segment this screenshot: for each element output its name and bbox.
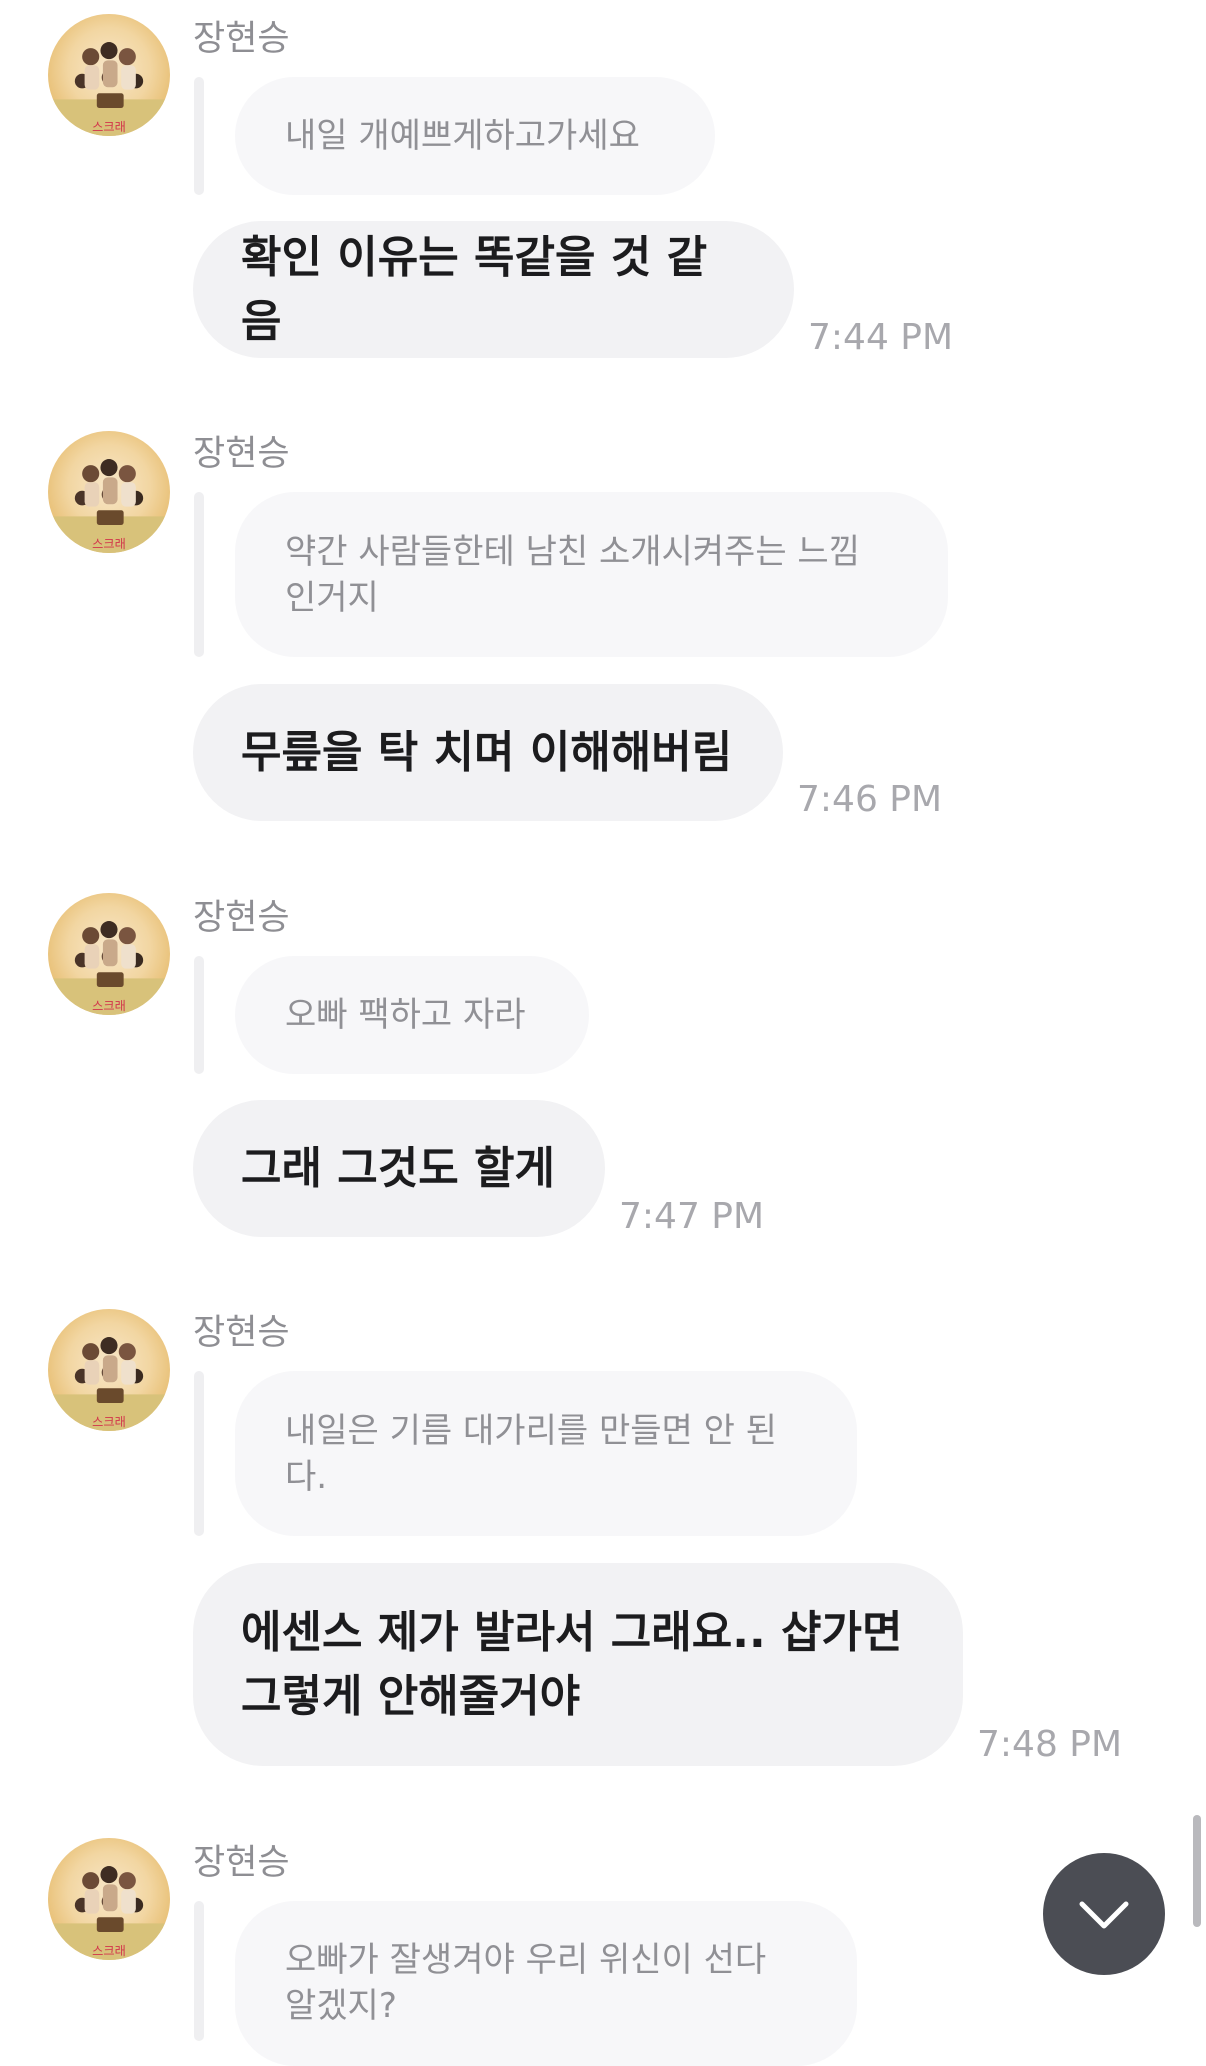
avatar-image: 스크래 — [48, 1866, 170, 1960]
quoted-message[interactable]: 내일 개예쁘게하고가세요 — [235, 77, 715, 195]
message-time: 7:47 PM — [619, 1196, 765, 1237]
svg-text:스크래: 스크래 — [92, 1944, 126, 1958]
sender-name: 장현승 — [193, 1843, 290, 1883]
sender-avatar[interactable]: 스크래 — [48, 14, 170, 136]
sender-name: 장현승 — [193, 434, 290, 474]
message-bubble[interactable]: 에센스 제가 발라서 그래요.. 샵가면 그렇게 안해줄거야 — [193, 1563, 963, 1766]
svg-text:스크래: 스크래 — [92, 999, 126, 1013]
reply-indicator — [194, 1371, 204, 1536]
avatar-image: 스크래 — [48, 1337, 170, 1431]
quoted-message[interactable]: 내일은 기름 대가리를 만들면 안 된 다. — [235, 1371, 857, 1536]
svg-text:스크래: 스크래 — [92, 1415, 126, 1429]
quoted-message[interactable]: 오빠가 잘생겨야 우리 위신이 선다 알겠지? — [235, 1901, 857, 2066]
sender-avatar[interactable]: 스크래 — [48, 431, 170, 553]
reply-indicator — [194, 1901, 204, 2041]
scroll-to-bottom-button[interactable] — [1043, 1853, 1165, 1975]
message-bubble[interactable]: 무릎을 탁 치며 이해해버림 — [193, 684, 783, 821]
quoted-message[interactable]: 약간 사람들한테 남친 소개시켜주는 느낌 인거지 — [235, 492, 948, 657]
message-time: 7:44 PM — [808, 317, 954, 358]
avatar-image: 스크래 — [48, 42, 170, 136]
message-time: 7:46 PM — [797, 779, 943, 820]
avatar-image: 스크래 — [48, 459, 170, 553]
sender-avatar[interactable]: 스크래 — [48, 1838, 170, 1960]
sender-name: 장현승 — [193, 19, 290, 59]
message-bubble[interactable]: 확인 이유는 똑같을 것 같음 — [193, 221, 794, 358]
reply-indicator — [194, 492, 204, 657]
svg-text:스크래: 스크래 — [92, 537, 126, 551]
sender-avatar[interactable]: 스크래 — [48, 893, 170, 1015]
quoted-message[interactable]: 오빠 팩하고 자라 — [235, 956, 589, 1074]
svg-text:스크래: 스크래 — [92, 120, 126, 134]
chat-thread[interactable]: 스크래 장현승 내일 개예쁘게하고가세요 확인 이유는 똑같을 것 같음 7:4… — [0, 0, 1206, 2066]
reply-indicator — [194, 956, 204, 1074]
avatar-image: 스크래 — [48, 921, 170, 1015]
sender-name: 장현승 — [193, 1313, 290, 1353]
message-bubble[interactable]: 그래 그것도 할게 — [193, 1100, 605, 1237]
reply-indicator — [194, 77, 204, 195]
sender-avatar[interactable]: 스크래 — [48, 1309, 170, 1431]
chevron-down-icon — [1079, 1901, 1129, 1929]
message-time: 7:48 PM — [977, 1724, 1123, 1765]
sender-name: 장현승 — [193, 898, 290, 938]
scrollbar-thumb[interactable] — [1193, 1815, 1201, 1927]
